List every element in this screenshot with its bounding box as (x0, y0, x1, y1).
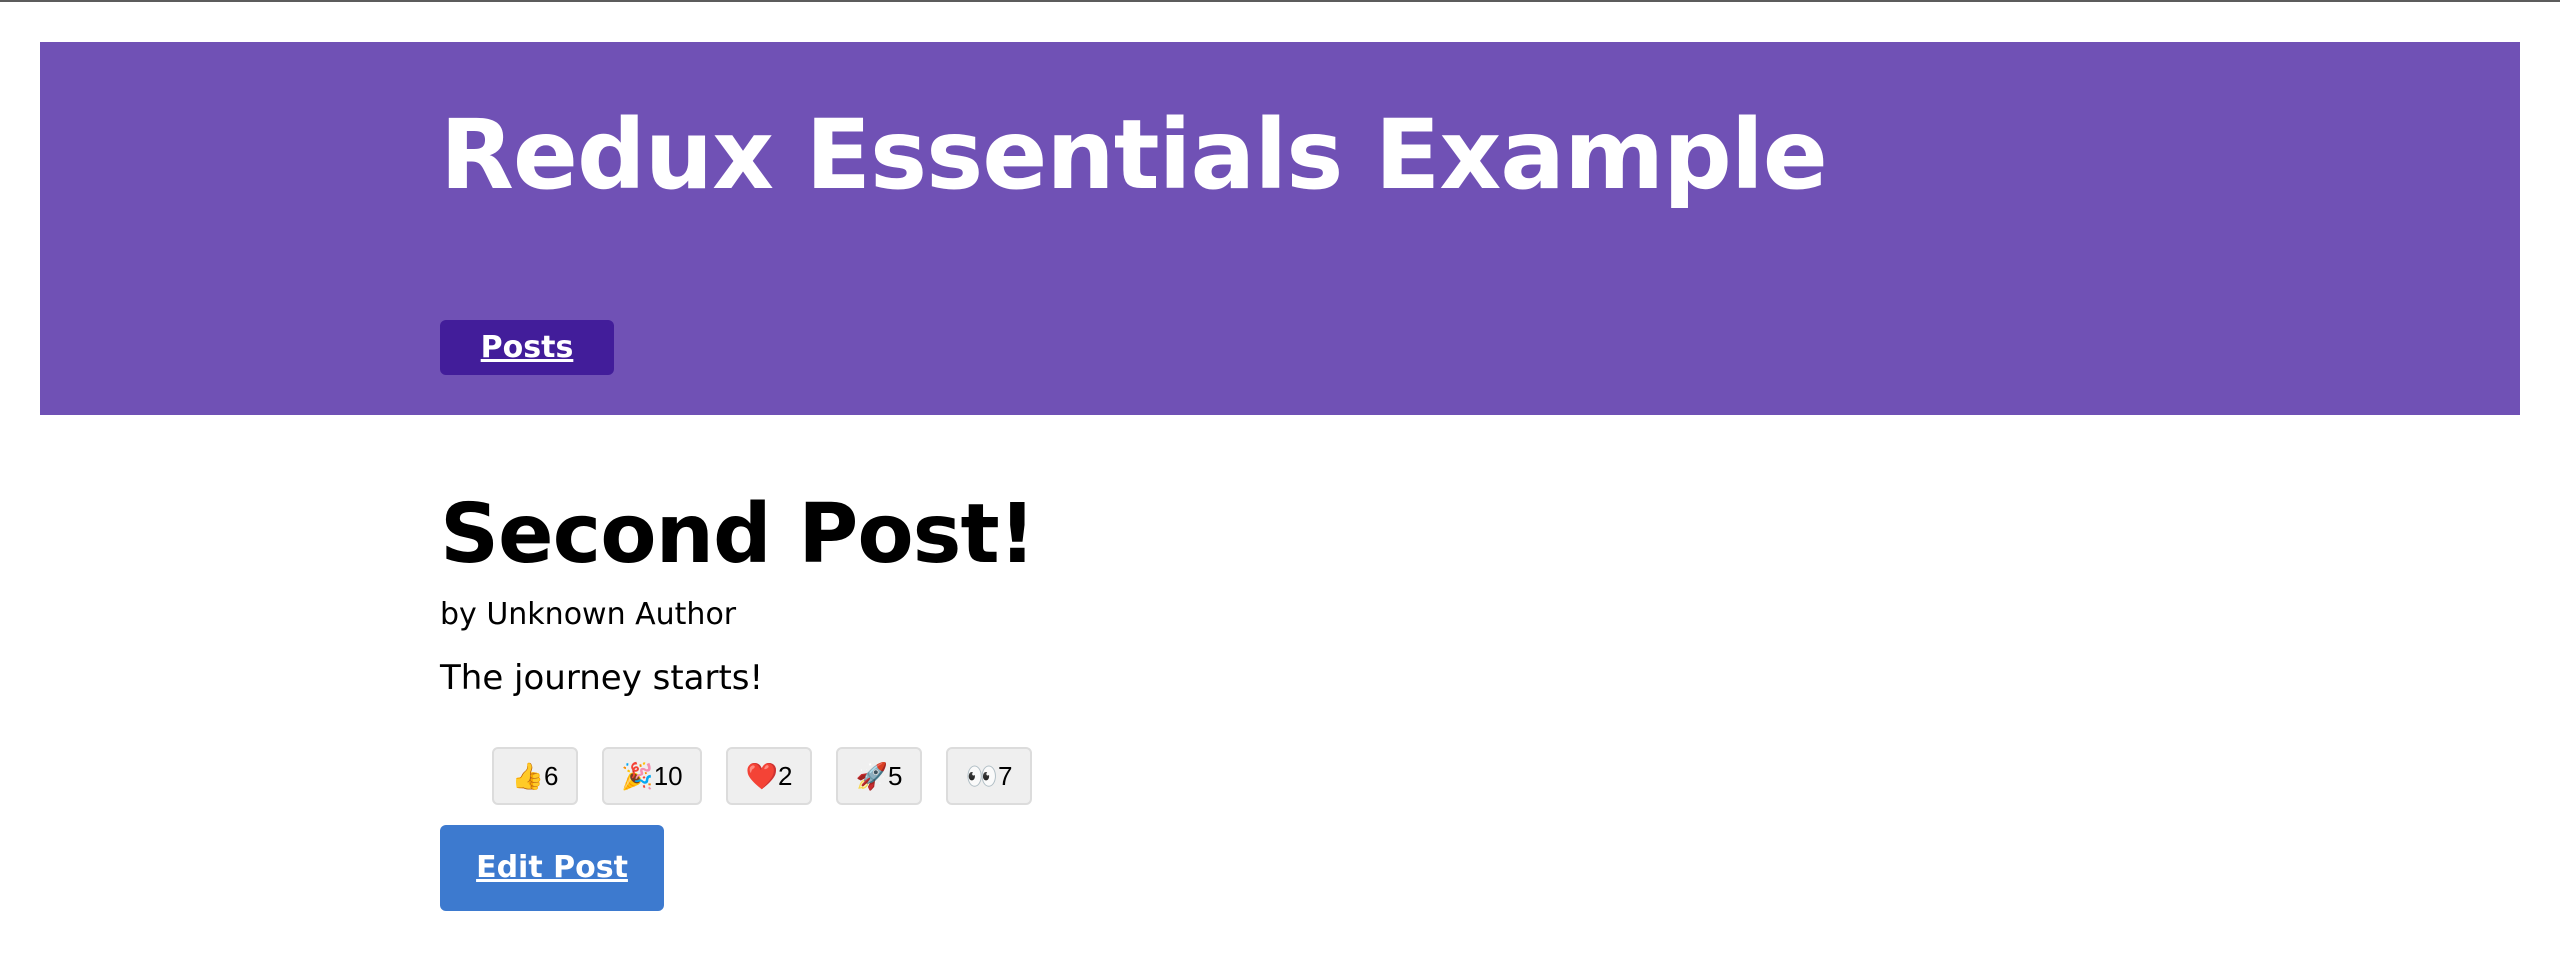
reaction-button-eyes[interactable]: 👀7 (946, 747, 1032, 805)
reaction-button-hooray[interactable]: 🎉10 (602, 747, 702, 805)
reaction-count: 7 (997, 761, 1013, 791)
post-title: Second Post! (440, 487, 1036, 582)
heart-icon: ❤️ (745, 761, 778, 791)
reaction-button-rocket[interactable]: 🚀5 (836, 747, 922, 805)
reaction-button-thumbs-up[interactable]: 👍6 (492, 747, 578, 805)
top-border (0, 0, 2560, 2)
eyes-icon: 👀 (965, 761, 998, 791)
reaction-count: 6 (543, 761, 559, 791)
reaction-button-heart[interactable]: ❤️2 (726, 747, 812, 805)
nav-link-posts[interactable]: Posts (440, 320, 614, 375)
reaction-count: 10 (653, 761, 683, 791)
party-popper-icon: 🎉 (621, 761, 654, 791)
reaction-count: 5 (887, 761, 903, 791)
thumbs-up-icon: 👍 (511, 761, 544, 791)
post-content: The journey starts! (440, 658, 764, 698)
reaction-count: 2 (777, 761, 793, 791)
rocket-icon: 🚀 (855, 761, 888, 791)
app-title: Redux Essentials Example (440, 99, 1828, 211)
post-author: by Unknown Author (440, 597, 737, 632)
edit-post-button[interactable]: Edit Post (440, 825, 664, 911)
